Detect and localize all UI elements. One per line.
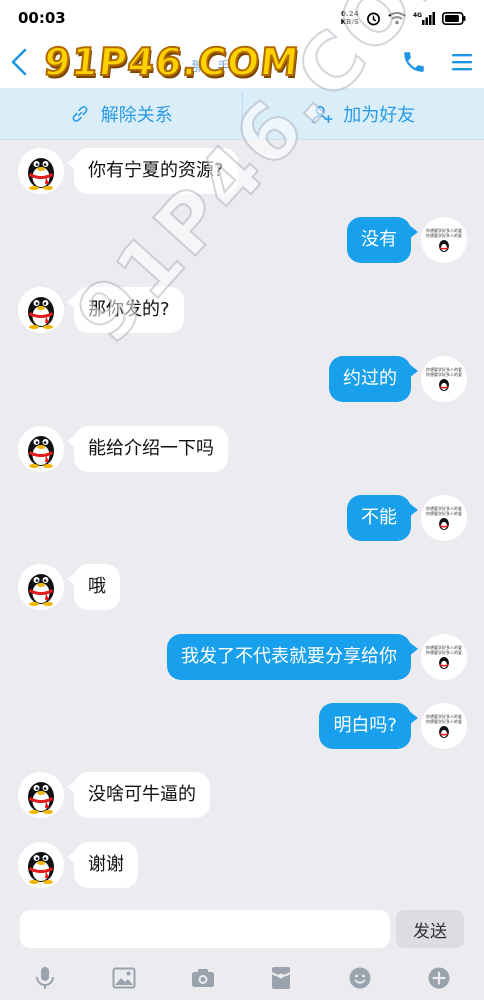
message-row: 你想要学好多人的爱你 你想要学好多人的爱你 不能	[0, 493, 484, 543]
emoji-icon	[349, 967, 371, 989]
unlink-label: 解除关系	[100, 104, 173, 126]
message-bubble[interactable]: 明白吗?	[319, 703, 418, 749]
message-row: 谢谢	[0, 840, 484, 890]
back-button[interactable]	[4, 44, 34, 80]
title-bar: …那…手 91P46.COM	[0, 36, 484, 88]
mini-penguin-icon	[439, 379, 449, 391]
contact-avatar[interactable]	[18, 148, 64, 194]
alarm-icon	[366, 11, 381, 26]
mini-penguin-icon	[439, 726, 449, 738]
unlink-button[interactable]: 解除关系	[0, 88, 242, 139]
network-speed-value: 0.24	[341, 10, 359, 18]
message-bubble[interactable]: 没啥可牛逼的	[67, 772, 210, 818]
message-bubble[interactable]: 没有	[347, 217, 418, 263]
penguin-avatar-icon	[28, 782, 54, 814]
status-time: 00:03	[18, 9, 66, 27]
contact-avatar[interactable]	[18, 842, 64, 888]
contact-avatar[interactable]	[18, 287, 64, 333]
message-bubble[interactable]: 哦	[67, 564, 120, 610]
message-row: 你有宁夏的资源?	[0, 146, 484, 196]
message-row: 你想要学好多人的爱你 你想要学好多人的爱你 没有	[0, 215, 484, 265]
message-row: 你想要学好多人的爱你 你想要学好多人的爱你 我发了不代表就要分享给你	[0, 632, 484, 682]
chat-area[interactable]: 你有宁夏的资源? 你想要学好多人的爱你 你想要学好多人的爱你 没有 那你发的? …	[0, 140, 484, 900]
hamburger-icon	[452, 54, 472, 71]
network-speed: 0.24 KB/S	[341, 10, 359, 26]
send-button[interactable]: 发送	[396, 910, 464, 948]
message-row: 那你发的?	[0, 285, 484, 335]
microphone-icon	[36, 967, 55, 989]
message-bubble[interactable]: 你有宁夏的资源?	[67, 148, 238, 194]
mini-penguin-icon	[439, 240, 449, 252]
message-bubble[interactable]: 不能	[347, 495, 418, 541]
red-packet-icon	[271, 967, 291, 989]
message-row: 哦	[0, 562, 484, 612]
input-toolbar	[0, 958, 484, 998]
chevron-left-icon	[11, 48, 27, 76]
message-row: 你想要学好多人的爱你 你想要学好多人的爱你 明白吗?	[0, 701, 484, 751]
image-button[interactable]	[104, 958, 144, 998]
input-area: 发送	[0, 900, 484, 1000]
action-bar: 解除关系 加为好友	[0, 88, 484, 140]
add-friend-button[interactable]: 加为好友	[243, 88, 484, 139]
mini-penguin-icon	[439, 518, 449, 530]
add-friend-label: 加为好友	[343, 104, 416, 126]
message-bubble[interactable]: 约过的	[329, 356, 418, 402]
more-button[interactable]	[419, 958, 459, 998]
battery-icon	[442, 11, 466, 25]
penguin-avatar-icon	[28, 158, 54, 190]
message-bubble[interactable]: 谢谢	[67, 842, 138, 888]
emoji-button[interactable]	[340, 958, 380, 998]
my-avatar[interactable]: 你想要学好多人的爱你 你想要学好多人的爱你	[421, 356, 467, 402]
network-type: 4G	[413, 12, 422, 19]
red-packet-button[interactable]	[261, 958, 301, 998]
signal-icon: 4G	[413, 11, 435, 25]
unlink-icon	[72, 105, 88, 122]
status-indicators: 0.24 KB/S 4G	[341, 10, 466, 26]
message-row: 你想要学好多人的爱你 你想要学好多人的爱你 约过的	[0, 354, 484, 404]
voice-button[interactable]	[25, 958, 65, 998]
message-bubble[interactable]: 我发了不代表就要分享给你	[167, 634, 418, 680]
penguin-avatar-icon	[28, 297, 54, 329]
camera-icon	[191, 969, 214, 987]
message-row: 没啥可牛逼的	[0, 770, 484, 820]
contact-avatar[interactable]	[18, 772, 64, 818]
phone-icon	[404, 52, 424, 72]
camera-button[interactable]	[183, 958, 223, 998]
watermark-logo: 91P46.COM	[41, 39, 303, 85]
penguin-avatar-icon	[28, 852, 54, 884]
call-button[interactable]	[398, 46, 430, 78]
message-bubble[interactable]: 那你发的?	[67, 287, 184, 333]
my-avatar[interactable]: 你想要学好多人的爱你 你想要学好多人的爱你	[421, 703, 467, 749]
mini-penguin-icon	[439, 657, 449, 669]
menu-button[interactable]	[446, 46, 478, 78]
image-icon	[112, 967, 136, 989]
wifi-icon	[388, 11, 406, 25]
message-bubble[interactable]: 能给介绍一下吗	[67, 426, 228, 472]
contact-avatar[interactable]	[18, 426, 64, 472]
my-avatar[interactable]: 你想要学好多人的爱你 你想要学好多人的爱你	[421, 495, 467, 541]
contact-avatar[interactable]	[18, 564, 64, 610]
add-user-icon	[312, 105, 333, 123]
my-avatar[interactable]: 你想要学好多人的爱你 你想要学好多人的爱你	[421, 634, 467, 680]
network-speed-unit: KB/S	[340, 18, 359, 26]
penguin-avatar-icon	[28, 574, 54, 606]
my-avatar[interactable]: 你想要学好多人的爱你 你想要学好多人的爱你	[421, 217, 467, 263]
penguin-avatar-icon	[28, 436, 54, 468]
status-bar: 00:03 0.24 KB/S 4G	[0, 0, 484, 36]
plus-icon	[428, 967, 450, 989]
message-input[interactable]	[20, 910, 390, 948]
message-row: 能给介绍一下吗	[0, 424, 484, 474]
